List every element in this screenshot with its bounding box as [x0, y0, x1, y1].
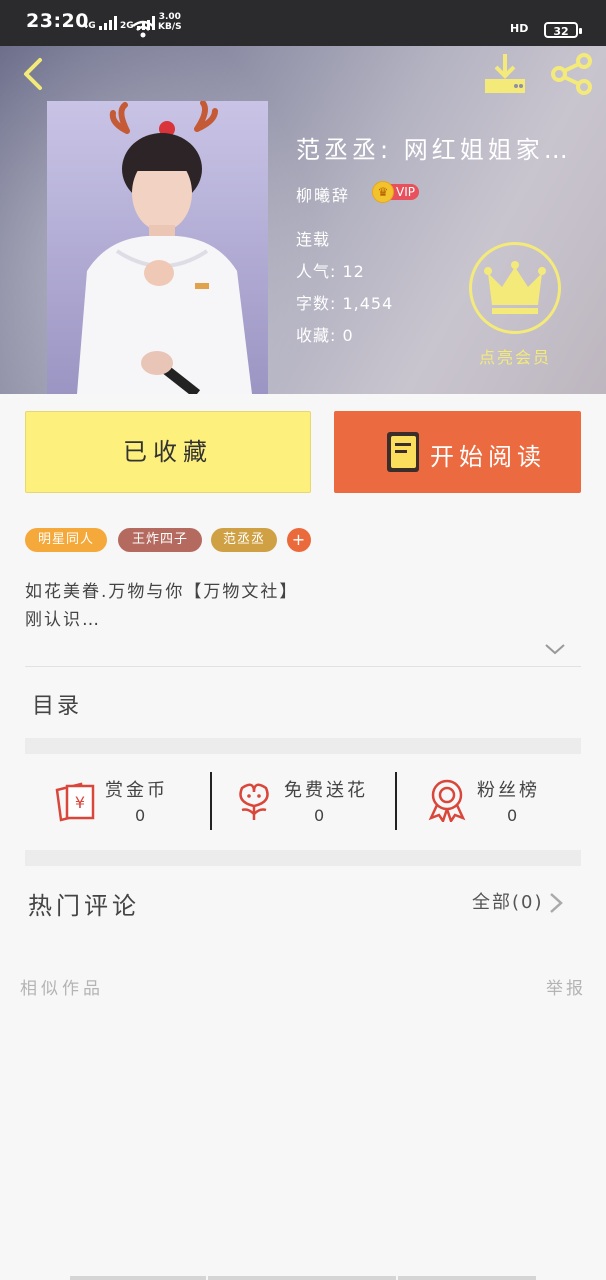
report-button[interactable]: 举报: [546, 974, 586, 999]
fan-ranking-label: 粉丝榜: [477, 780, 540, 801]
speed-value: 3.00: [158, 12, 181, 22]
flower-icon: [239, 783, 269, 820]
tag-item[interactable]: 王炸四子: [118, 528, 202, 552]
fan-ranking-button[interactable]: 粉丝榜 0: [397, 772, 582, 830]
download-button[interactable]: [482, 52, 528, 96]
send-flower-label: 免费送花: [284, 780, 368, 801]
chevron-down-icon: [545, 644, 565, 655]
section-divider: [25, 850, 581, 866]
speed-unit: KB/S: [158, 22, 182, 32]
cover-image: [47, 101, 268, 394]
author-name[interactable]: 柳曦辞: [296, 182, 350, 206]
word-count: 字数: 1,454: [296, 294, 394, 313]
reward-coins-button[interactable]: ¥ 赏金币 0: [25, 772, 210, 830]
serial-status: 连载: [296, 230, 331, 249]
reward-coins-label: 赏金币: [105, 780, 168, 801]
vip-crown-icon: ♛: [372, 181, 394, 203]
signal-bars-icon-1: [98, 16, 117, 30]
description-line-1: 如花美眷.万物与你【万物文社】: [25, 582, 299, 602]
hot-comments-title: 热门评论: [28, 892, 140, 920]
status-time: 23:20: [26, 10, 89, 32]
back-button[interactable]: [14, 54, 54, 94]
battery-icon: 32: [544, 22, 582, 38]
award-ribbon-icon: [428, 779, 466, 822]
send-flower-button[interactable]: 免费送花 0: [204, 772, 389, 830]
wifi-icon: [132, 20, 154, 38]
book-icon: [387, 432, 419, 472]
share-icon: [551, 53, 592, 95]
bottom-nav-indicator: [208, 1276, 396, 1280]
fan-ranking-value: 0: [507, 806, 518, 825]
book-cover[interactable]: [47, 101, 268, 394]
book-header: 范丞丞: 网红姐姐家… 柳曦辞 VIP ♛ 连载 人气: 12 字数: 1,45…: [0, 46, 606, 394]
download-icon: [485, 54, 525, 93]
tag-item[interactable]: 范丞丞: [211, 528, 277, 552]
share-button[interactable]: [548, 52, 596, 96]
vip-badge: VIP ♛: [372, 181, 422, 203]
send-flower-value: 0: [314, 806, 325, 825]
chevron-right-icon[interactable]: [548, 892, 564, 914]
network-speed: 3.00 KB/S: [158, 12, 182, 32]
bottom-nav-indicator: [398, 1276, 536, 1280]
bottom-nav-indicator: [70, 1276, 206, 1280]
table-of-contents[interactable]: 目录: [32, 688, 82, 720]
member-label: 点亮会员: [478, 348, 551, 367]
favorite-count: 收藏: 0: [296, 326, 354, 345]
book-title: 范丞丞: 网红姐姐家…: [296, 136, 572, 164]
svg-text:¥: ¥: [75, 793, 85, 812]
network-label-1: 4G: [82, 21, 96, 31]
divider: [25, 666, 581, 667]
member-button[interactable]: 点亮会员: [466, 242, 564, 368]
reward-coins-value: 0: [135, 806, 146, 825]
all-comments-link[interactable]: 全部(0): [472, 888, 544, 914]
start-reading-button[interactable]: 开始阅读: [334, 411, 581, 493]
coin-envelope-icon: ¥: [55, 782, 95, 822]
add-tag-button[interactable]: +: [287, 528, 311, 552]
tag-item[interactable]: 明星同人: [25, 528, 107, 552]
start-reading-label: 开始阅读: [430, 443, 546, 471]
hd-indicator: HD: [510, 22, 529, 35]
popularity: 人气: 12: [296, 262, 365, 281]
similar-works-label: 相似作品: [20, 979, 104, 999]
section-divider: [25, 738, 581, 754]
chevron-left-icon: [24, 58, 42, 90]
collected-button[interactable]: 已收藏: [25, 411, 311, 493]
crown-icon: [469, 242, 561, 334]
description-line-2: 刚认识…: [25, 610, 101, 630]
book-description: 如花美眷.万物与你【万物文社】 刚认识…: [25, 578, 581, 634]
expand-description-button[interactable]: [544, 642, 566, 656]
status-bar: 23:20 4G 2G 3.00 KB/S HD 32: [0, 0, 606, 46]
